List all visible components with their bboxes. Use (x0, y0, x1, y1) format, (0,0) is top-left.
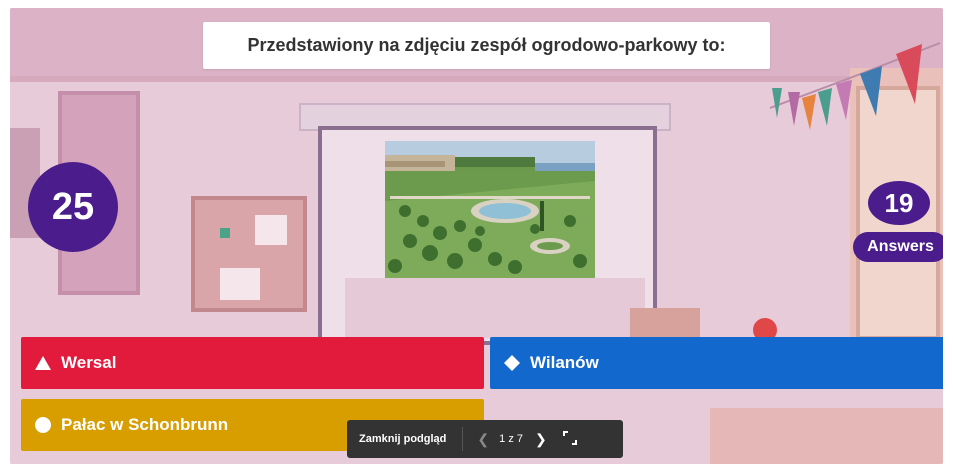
answers-count: 19 (868, 181, 930, 225)
page-indicator: 1 z 7 (499, 433, 523, 445)
triangle-icon (35, 355, 51, 371)
answer-label: Wersal (61, 353, 117, 372)
fullscreen-icon[interactable] (562, 430, 577, 448)
game-preview-frame: Przedstawiony na zdjęciu zespół ogrodowo… (10, 8, 943, 464)
answer-option-wersal[interactable]: Wersal (21, 337, 484, 389)
chevron-left-icon[interactable]: ❮ (477, 431, 489, 448)
circle-icon (35, 417, 51, 433)
timer-countdown: 25 (28, 162, 118, 252)
answer-option-wilanow[interactable]: Wilanów (490, 337, 943, 389)
answer-label: Pałac w Schonbrunn (61, 415, 229, 434)
close-preview-button[interactable]: Zamknij podgląd (359, 433, 446, 445)
answers-label: Answers (853, 232, 943, 262)
question-text: Przedstawiony na zdjęciu zespół ogrodowo… (247, 35, 726, 55)
divider (462, 427, 464, 451)
question-box: Przedstawiony na zdjęciu zespół ogrodowo… (203, 22, 770, 69)
garden-photo (385, 141, 595, 278)
preview-control-bar: Zamknij podgląd ❮ 1 z 7 ❯ (347, 420, 623, 458)
diamond-icon (504, 355, 520, 371)
chevron-right-icon[interactable]: ❯ (535, 431, 547, 448)
answer-label: Wilanów (530, 353, 599, 372)
